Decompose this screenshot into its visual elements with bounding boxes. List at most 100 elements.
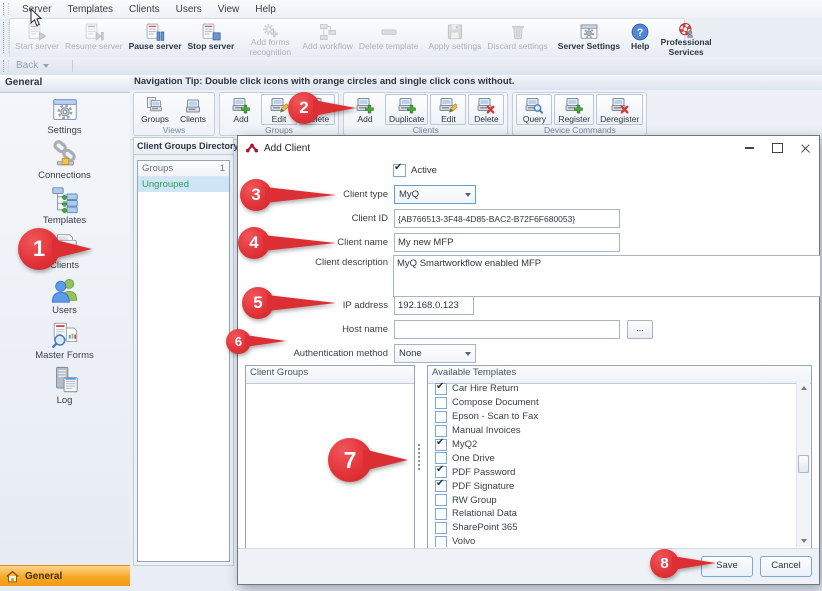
sidebar-item-connections[interactable]: Connections [0, 140, 129, 182]
pause-server-button[interactable]: Pause server [126, 20, 185, 58]
template-checkbox[interactable] [435, 452, 447, 464]
ribbon-group-views: Groups Clients Views [133, 92, 215, 136]
scrollbar-thumb[interactable] [798, 455, 809, 473]
template-row[interactable]: Volvo [429, 535, 796, 547]
template-row[interactable]: Manual Invoices [429, 424, 796, 438]
ribbon-device-deregister-button[interactable]: Deregister [596, 94, 643, 125]
template-row[interactable]: Car Hire Return [429, 382, 796, 396]
template-checkbox[interactable] [435, 439, 447, 451]
back-button[interactable]: Back [16, 58, 49, 73]
add-workflow-button[interactable]: Add workflow [299, 20, 356, 58]
add-forms-recognition-button[interactable]: Add forms recognition [241, 20, 299, 58]
template-label: Compose Document [452, 397, 539, 408]
authentication-method-select[interactable]: None [394, 344, 476, 363]
template-label: RW Group [452, 495, 497, 506]
sidebar-item-master-forms[interactable]: Master Forms [0, 320, 129, 362]
ribbon-button-label: Edit [441, 114, 456, 124]
button-label: Professional Services [660, 38, 712, 57]
server-settings-button[interactable]: Server Settings [555, 20, 623, 58]
host-name-field[interactable] [394, 320, 620, 339]
cancel-button[interactable]: Cancel [760, 556, 812, 577]
settings-icon [50, 95, 80, 125]
callout-8: 8 [650, 549, 716, 578]
active-label: Active [411, 165, 437, 176]
toolbar-grip [3, 3, 9, 15]
sidebar-item-users[interactable]: Users [0, 275, 129, 317]
maximize-button[interactable] [763, 137, 791, 159]
menu-users[interactable]: Users [168, 2, 210, 17]
template-row[interactable]: MyQ2 [429, 438, 796, 452]
dialog-title-bar[interactable]: Add Client [238, 136, 819, 160]
client-description-field[interactable]: MyQ Smartworkflow enabled MFP [393, 255, 821, 297]
template-row[interactable]: PDF Signature [429, 479, 796, 493]
template-row[interactable]: SharePoint 365 [429, 521, 796, 535]
template-checkbox[interactable] [435, 480, 447, 492]
callout-3: 3 [240, 179, 336, 211]
ribbon-device-register-button[interactable]: Register [554, 94, 594, 125]
template-checkbox[interactable] [435, 411, 447, 423]
clients-view-icon [184, 96, 202, 114]
active-checkbox[interactable] [393, 164, 406, 177]
sidebar-item-templates[interactable]: Templates [0, 185, 129, 227]
template-checkbox[interactable] [435, 425, 447, 437]
master-forms-icon [50, 320, 80, 350]
template-row[interactable]: One Drive [429, 451, 796, 465]
minimize-button[interactable] [735, 137, 763, 159]
groups-list-header[interactable]: Groups 1 [138, 161, 229, 177]
template-row[interactable]: Compose Document [429, 396, 796, 410]
client-name-field[interactable] [394, 233, 620, 252]
scroll-up-icon[interactable] [797, 382, 810, 394]
ribbon-clients-delete-button[interactable]: Delete [468, 94, 504, 125]
template-row[interactable]: RW Group [429, 493, 796, 507]
menu-templates[interactable]: Templates [59, 2, 121, 17]
menu-clients[interactable]: Clients [121, 2, 168, 17]
stop-server-button[interactable]: Stop server [185, 20, 238, 58]
template-checkbox[interactable] [435, 494, 447, 506]
client-id-field[interactable] [394, 209, 620, 228]
group-row-ungrouped[interactable]: Ungrouped [138, 177, 229, 192]
template-checkbox[interactable] [435, 508, 447, 520]
application-window: Server Templates Clients Users View Help… [0, 0, 822, 591]
sidebar-item-settings[interactable]: Settings [0, 95, 129, 137]
main-toolbar: Start server Resume server Pause server … [0, 18, 822, 57]
template-checkbox[interactable] [435, 397, 447, 409]
dialog-title: Add Client [264, 143, 310, 154]
menu-help[interactable]: Help [247, 2, 284, 17]
template-row[interactable]: PDF Password [429, 465, 796, 479]
menu-view[interactable]: View [210, 2, 248, 17]
templates-scrollbar[interactable] [796, 382, 810, 547]
close-button[interactable] [791, 137, 819, 159]
professional-services-button[interactable]: Professional Services [657, 20, 715, 58]
ribbon-device-query-button[interactable]: Query [516, 94, 552, 125]
sidebar-footer-general[interactable]: General [0, 565, 134, 586]
ribbon-clients-edit-button[interactable]: Edit [430, 94, 466, 125]
dialog-footer: Save Cancel [238, 548, 819, 584]
template-row[interactable]: Epson - Scan to Fax [429, 410, 796, 424]
panel-splitter[interactable] [415, 365, 425, 549]
template-checkbox[interactable] [435, 522, 447, 534]
help-button[interactable]: Help [627, 20, 653, 58]
template-row[interactable]: Relational Data [429, 507, 796, 521]
browse-button[interactable]: ... [627, 320, 653, 339]
ribbon-groups-add-button[interactable]: Add [223, 94, 259, 125]
template-checkbox[interactable] [435, 536, 447, 547]
discard-settings-button[interactable]: Discard settings [484, 20, 550, 58]
template-checkbox[interactable] [435, 383, 447, 395]
sidebar: General Settings Connections Templates C… [0, 75, 131, 591]
client-type-select[interactable]: MyQ [394, 185, 476, 204]
apply-settings-button[interactable]: Apply settings [425, 20, 484, 58]
ip-address-field[interactable] [394, 296, 474, 315]
resume-server-button[interactable]: Resume server [62, 20, 126, 58]
ribbon-views-clients-button[interactable]: Clients [175, 94, 211, 125]
button-label: Add workflow [302, 42, 353, 51]
sidebar-item-log[interactable]: Log [0, 365, 129, 407]
ribbon-views-groups-button[interactable]: Groups [137, 94, 173, 125]
button-label: Add forms recognition [244, 38, 296, 57]
ribbon-clients-duplicate-button[interactable]: Duplicate [385, 94, 428, 125]
delete-template-button[interactable]: Delete template [356, 20, 422, 58]
scroll-down-icon[interactable] [797, 535, 810, 547]
sidebar-item-label: Master Forms [35, 350, 94, 361]
duplicate-plus-icon [398, 96, 416, 114]
template-checkbox[interactable] [435, 466, 447, 478]
callout-2: 2 [288, 92, 356, 124]
